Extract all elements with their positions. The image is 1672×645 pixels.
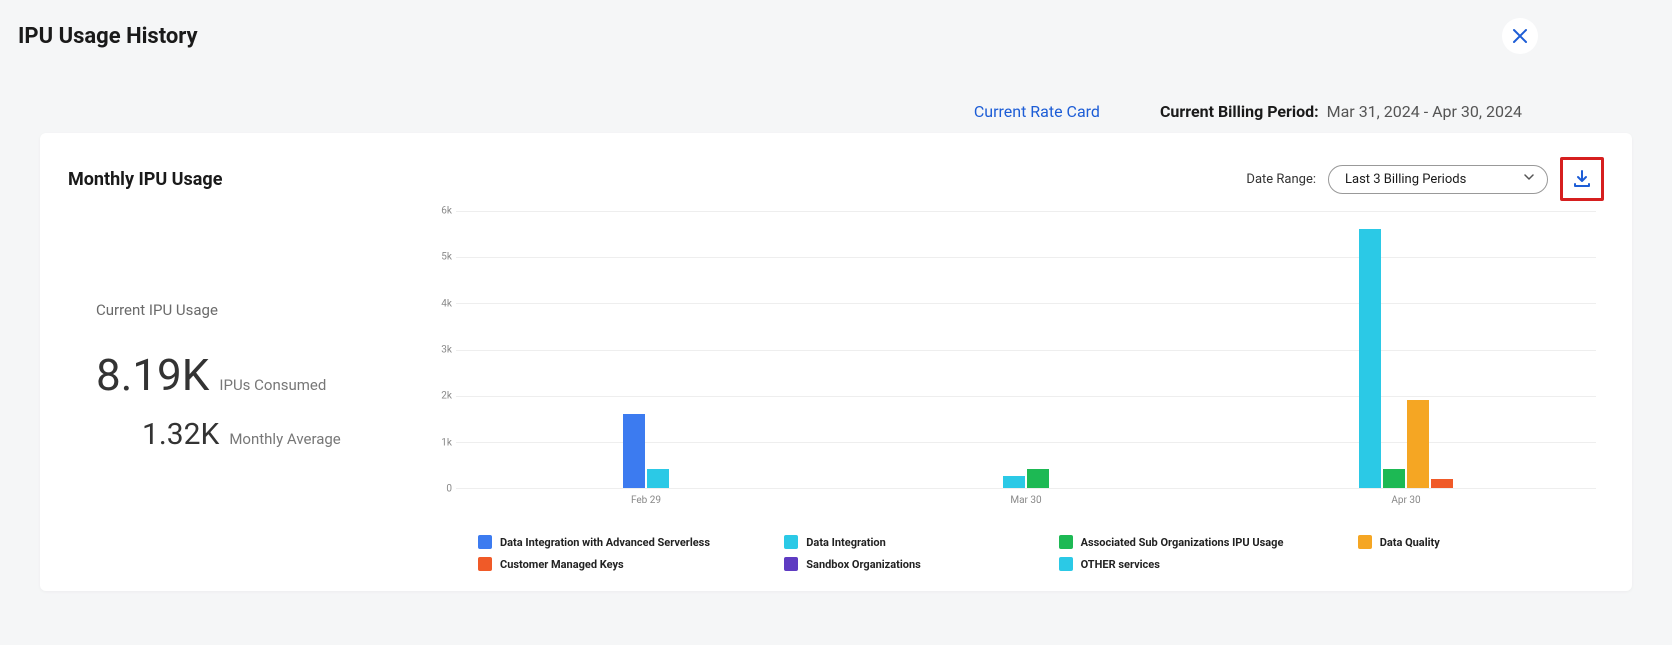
legend-item[interactable]: Sandbox Organizations — [784, 557, 1030, 571]
y-tick-label: 3k — [441, 345, 452, 356]
billing-period-value: Mar 31, 2024 - Apr 30, 2024 — [1327, 102, 1522, 121]
legend-label: OTHER services — [1081, 558, 1160, 571]
date-range-select[interactable]: Last 3 Billing Periods — [1328, 165, 1548, 194]
page-title: IPU Usage History — [18, 24, 198, 49]
bar — [1359, 229, 1381, 488]
chart-legend: Data Integration with Advanced Serverles… — [478, 535, 1604, 571]
card-title: Monthly IPU Usage — [68, 169, 222, 190]
download-button[interactable] — [1560, 157, 1604, 201]
bar-group — [1003, 469, 1049, 488]
bar — [1407, 400, 1429, 488]
y-tick-label: 6k — [441, 206, 452, 217]
legend-swatch — [1059, 557, 1073, 571]
x-tick-label: Apr 30 — [1216, 489, 1596, 511]
legend-item[interactable]: Data Integration with Advanced Serverles… — [478, 535, 756, 549]
y-tick-label: 0 — [446, 484, 452, 495]
bar — [1431, 479, 1453, 488]
bar — [647, 469, 669, 488]
current-rate-card-link[interactable]: Current Rate Card — [974, 102, 1100, 121]
legend-label: Data Integration — [806, 536, 885, 549]
x-tick-label: Mar 30 — [836, 489, 1216, 511]
legend-swatch — [478, 535, 492, 549]
legend-swatch — [784, 535, 798, 549]
legend-label: Data Integration with Advanced Serverles… — [500, 536, 710, 549]
monthly-average-value: 1.32K — [142, 417, 219, 452]
legend-item[interactable]: OTHER services — [1059, 557, 1330, 571]
bar-group — [1359, 229, 1453, 488]
bar — [1027, 469, 1049, 488]
bar-group — [623, 414, 669, 488]
close-icon — [1512, 28, 1528, 44]
y-tick-label: 1k — [441, 437, 452, 448]
monthly-average-label: Monthly Average — [229, 430, 340, 448]
ipus-consumed-value: 8.19K — [96, 349, 209, 401]
legend-swatch — [1358, 535, 1372, 549]
chevron-down-icon — [1523, 171, 1535, 187]
legend-item[interactable]: Customer Managed Keys — [478, 557, 756, 571]
legend-item[interactable]: Data Integration — [784, 535, 1030, 549]
bar — [1383, 469, 1405, 488]
legend-item[interactable]: Associated Sub Organizations IPU Usage — [1059, 535, 1330, 549]
x-tick-label: Feb 29 — [456, 489, 836, 511]
y-tick-label: 4k — [441, 298, 452, 309]
stats-panel: Current IPU Usage 8.19K IPUs Consumed 1.… — [68, 211, 408, 571]
legend-swatch — [478, 557, 492, 571]
y-tick-label: 2k — [441, 391, 452, 402]
date-range-label: Date Range: — [1246, 172, 1316, 187]
grid-line — [456, 211, 1596, 212]
y-tick-label: 5k — [441, 252, 452, 263]
legend-swatch — [784, 557, 798, 571]
close-button[interactable] — [1502, 18, 1538, 54]
bar — [1003, 476, 1025, 488]
bar — [623, 414, 645, 488]
legend-label: Customer Managed Keys — [500, 558, 624, 571]
legend-label: Data Quality — [1380, 536, 1440, 549]
legend-label: Associated Sub Organizations IPU Usage — [1081, 536, 1284, 549]
billing-period-label: Current Billing Period: — [1160, 102, 1319, 121]
stats-subhead: Current IPU Usage — [96, 301, 408, 319]
date-range-value: Last 3 Billing Periods — [1345, 172, 1466, 187]
ipus-consumed-label: IPUs Consumed — [219, 376, 326, 394]
bar-chart: 01k2k3k4k5k6k Feb 29Mar 30Apr 30 — [456, 211, 1596, 511]
current-billing-period: Current Billing Period: Mar 31, 2024 - A… — [1160, 102, 1522, 121]
download-icon — [1572, 169, 1592, 189]
legend-item[interactable]: Data Quality — [1358, 535, 1604, 549]
monthly-ipu-usage-card: Monthly IPU Usage Date Range: Last 3 Bil… — [40, 133, 1632, 591]
legend-label: Sandbox Organizations — [806, 558, 921, 571]
legend-swatch — [1059, 535, 1073, 549]
